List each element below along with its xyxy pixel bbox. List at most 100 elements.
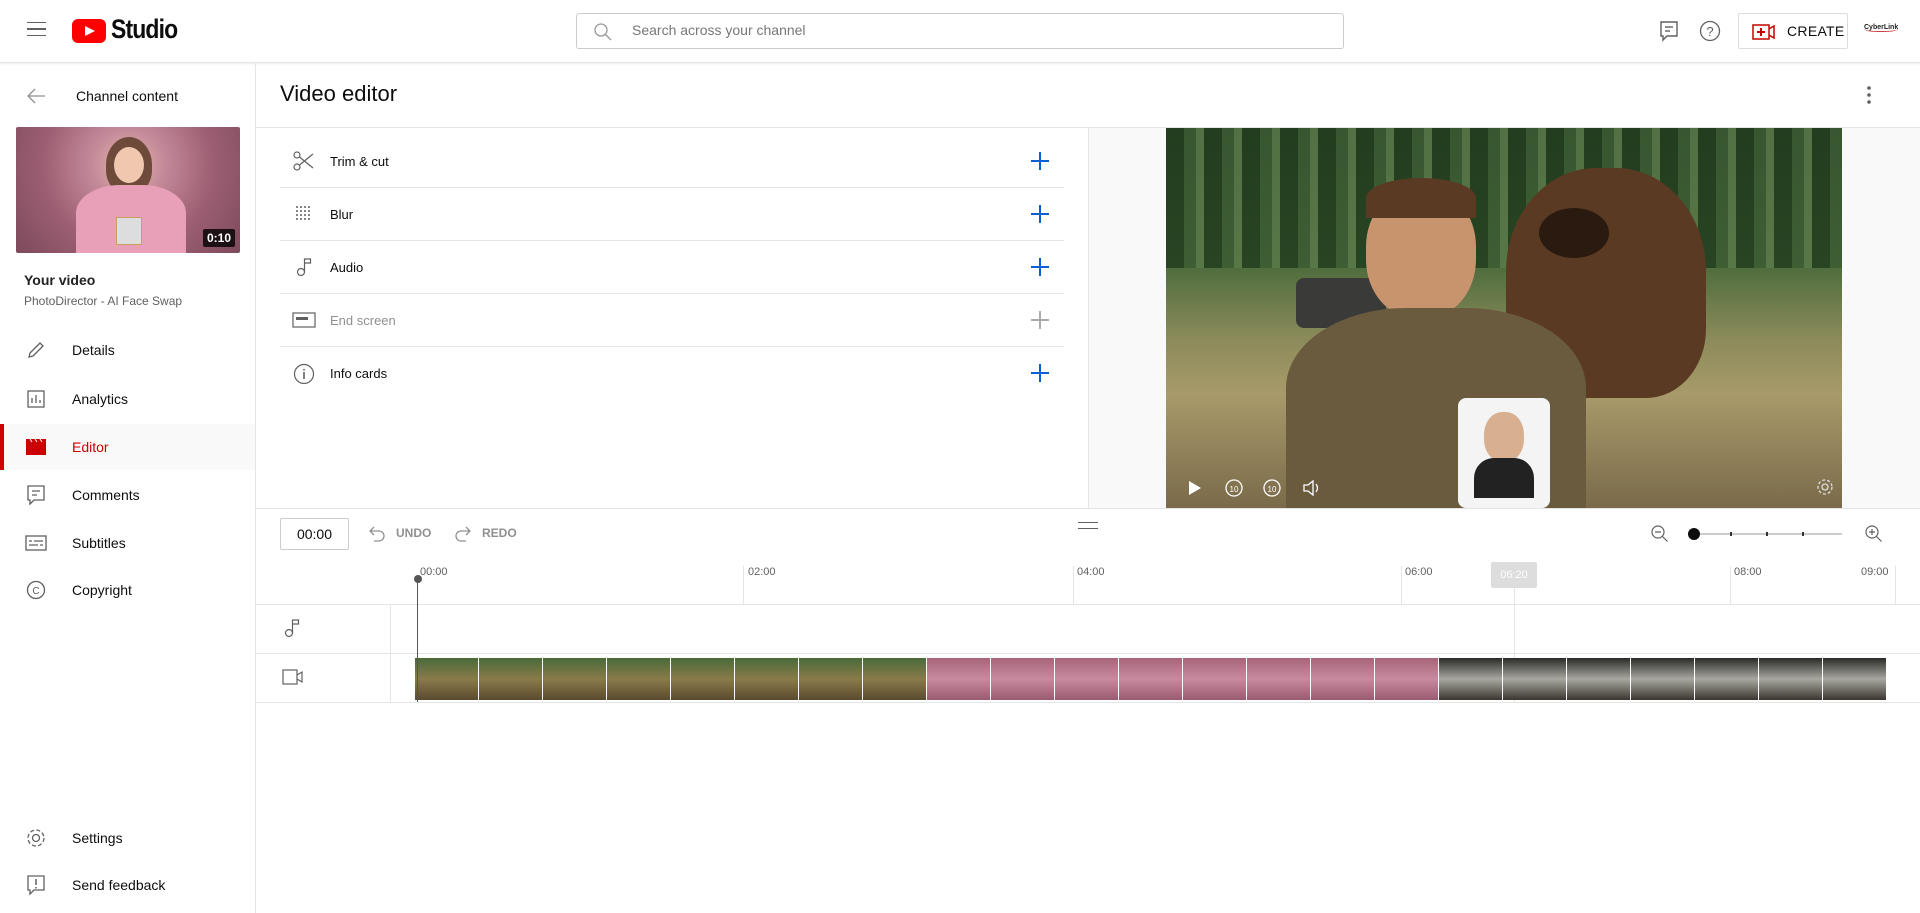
- video-thumbnail[interactable]: 0:10: [16, 127, 240, 253]
- sidebar-item-label: Analytics: [72, 391, 129, 407]
- current-time-field[interactable]: 00:00: [280, 518, 349, 550]
- redo-button[interactable]: REDO: [454, 524, 517, 542]
- rewind-10-icon[interactable]: 10: [1224, 478, 1244, 498]
- filmstrip-frame: [415, 658, 479, 700]
- filmstrip-frame: [1311, 658, 1375, 700]
- pencil-icon: [24, 338, 48, 362]
- sidebar-item-settings[interactable]: Settings: [0, 815, 255, 861]
- svg-text:10: 10: [1268, 485, 1277, 494]
- filmstrip-frame: [1375, 658, 1439, 700]
- zoom-in-icon[interactable]: [1864, 524, 1884, 544]
- back-to-channel-content[interactable]: Channel content: [0, 78, 255, 114]
- add-icon[interactable]: [1028, 255, 1052, 279]
- help-icon[interactable]: ?: [1699, 20, 1721, 42]
- page-title: Video editor: [280, 81, 398, 106]
- sidebar-item-label: Editor: [72, 439, 109, 455]
- menu-icon[interactable]: [27, 22, 46, 36]
- tool-label: Trim & cut: [330, 153, 389, 169]
- feedback-icon[interactable]: [1658, 19, 1680, 43]
- tick-label: 04:00: [1077, 566, 1105, 578]
- music-note-icon: [292, 257, 316, 277]
- info-icon: [292, 363, 316, 385]
- sidebar-item-label: Send feedback: [72, 877, 166, 893]
- music-note-icon: [284, 619, 300, 638]
- feedback-icon: [24, 873, 48, 897]
- audio-track[interactable]: [391, 604, 1920, 653]
- add-icon[interactable]: [1028, 308, 1052, 332]
- tool-trim-cut[interactable]: Trim & cut: [280, 135, 1064, 188]
- sidebar-item-label: Subtitles: [72, 535, 126, 551]
- filmstrip-frame: [671, 658, 735, 700]
- zoom-slider-thumb[interactable]: [1688, 528, 1700, 540]
- studio-logo-text[interactable]: Studio: [111, 14, 178, 45]
- youtube-logo-icon[interactable]: [72, 19, 106, 43]
- resize-handle-icon[interactable]: [1078, 522, 1098, 529]
- back-label: Channel content: [76, 88, 178, 104]
- sidebar: Channel content 0:10 Your video PhotoDir…: [0, 63, 256, 913]
- video-preview[interactable]: 10 10: [1166, 128, 1842, 508]
- gear-icon: [24, 826, 48, 850]
- face-overlay: [1458, 398, 1550, 508]
- add-icon[interactable]: [1028, 149, 1052, 173]
- tool-label: Blur: [330, 206, 354, 222]
- volume-icon[interactable]: [1302, 479, 1322, 497]
- filmstrip-frame: [1695, 658, 1759, 700]
- tool-label: End screen: [330, 312, 396, 328]
- search-input[interactable]: [632, 22, 1282, 38]
- video-track-header: [256, 653, 390, 702]
- hover-time-tooltip: 06:20: [1491, 562, 1537, 588]
- filmstrip-frame: [1119, 658, 1183, 700]
- filmstrip-frame: [1247, 658, 1311, 700]
- top-bar: Studio ? CREATE CyberLink: [0, 0, 1920, 63]
- divider: [256, 508, 1920, 509]
- comments-icon: [24, 483, 48, 507]
- redo-icon: [455, 526, 471, 542]
- zoom-out-icon[interactable]: [1650, 524, 1670, 544]
- search-box[interactable]: [576, 13, 1344, 49]
- filmstrip-frame: [1823, 658, 1887, 700]
- sidebar-item-send-feedback[interactable]: Send feedback: [0, 862, 255, 908]
- tool-end-screen[interactable]: End screen: [280, 294, 1064, 347]
- add-icon[interactable]: [1028, 202, 1052, 226]
- sidebar-item-analytics[interactable]: Analytics: [0, 376, 255, 422]
- playhead[interactable]: [417, 579, 418, 702]
- account-avatar[interactable]: CyberLink: [1864, 24, 1899, 32]
- forward-10-icon[interactable]: 10: [1262, 478, 1282, 498]
- play-icon[interactable]: [1186, 480, 1202, 496]
- sidebar-item-label: Settings: [72, 830, 123, 846]
- svg-text:10: 10: [1230, 485, 1239, 494]
- tool-audio[interactable]: Audio: [280, 241, 1064, 294]
- end-screen-icon: [292, 312, 316, 328]
- sidebar-item-label: Copyright: [72, 582, 132, 598]
- create-button[interactable]: CREATE: [1738, 13, 1848, 49]
- sidebar-item-details[interactable]: Details: [0, 327, 255, 373]
- video-title: PhotoDirector - AI Face Swap: [24, 294, 183, 308]
- tool-info-cards[interactable]: Info cards: [280, 347, 1064, 400]
- settings-gear-icon[interactable]: [1816, 478, 1834, 496]
- sidebar-item-comments[interactable]: Comments: [0, 472, 255, 518]
- more-options-icon[interactable]: [1866, 85, 1872, 105]
- sidebar-item-copyright[interactable]: C Copyright: [0, 567, 255, 613]
- svg-text:?: ?: [1706, 24, 1713, 39]
- tick-label: 00:00: [420, 566, 448, 578]
- sidebar-item-subtitles[interactable]: Subtitles: [0, 520, 255, 566]
- filmstrip-frame: [1183, 658, 1247, 700]
- tool-label: Info cards: [330, 366, 388, 381]
- zoom-slider[interactable]: [1688, 528, 1842, 540]
- filmstrip-frame: [799, 658, 863, 700]
- playhead-handle[interactable]: [414, 575, 422, 583]
- add-icon[interactable]: [1028, 361, 1052, 385]
- sidebar-item-label: Details: [72, 342, 115, 358]
- tool-blur[interactable]: Blur: [280, 188, 1064, 241]
- tick-label: 02:00: [748, 566, 776, 578]
- filmstrip-frame: [1503, 658, 1567, 700]
- undo-button[interactable]: UNDO: [368, 524, 431, 542]
- filmstrip-frame: [991, 658, 1055, 700]
- filmstrip-frame: [607, 658, 671, 700]
- sidebar-item-editor[interactable]: Editor: [0, 424, 255, 470]
- filmstrip-frame: [735, 658, 799, 700]
- svg-text:C: C: [32, 586, 39, 597]
- back-arrow-icon: [27, 88, 45, 104]
- your-video-heading: Your video: [24, 272, 96, 288]
- analytics-icon: [24, 387, 48, 411]
